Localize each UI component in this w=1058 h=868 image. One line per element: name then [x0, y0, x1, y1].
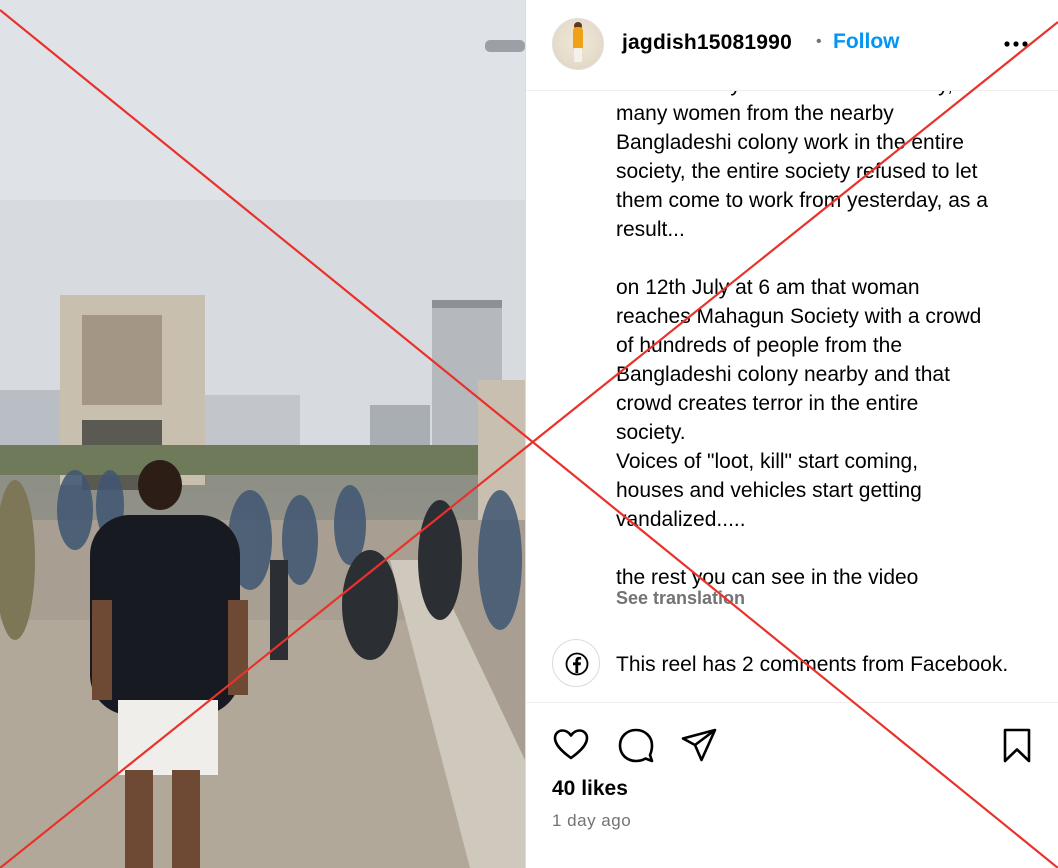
facebook-icon [552, 639, 600, 687]
bookmark-icon[interactable] [998, 726, 1036, 764]
facebook-comments-row[interactable]: This reel has 2 comments from Facebook. [550, 637, 1050, 691]
actions-divider [526, 702, 1058, 703]
avatar[interactable] [552, 18, 604, 70]
caption-paragraph: but the family told this to the society,… [616, 73, 988, 241]
separator-dot: • [816, 33, 822, 50]
facebook-comments-text: This reel has 2 comments from Facebook. [616, 653, 1009, 676]
reel-video[interactable] [0, 0, 525, 868]
see-translation-link[interactable]: See translation [616, 588, 745, 609]
send-icon[interactable] [680, 726, 718, 764]
follow-button[interactable]: Follow [833, 30, 900, 54]
username-link[interactable]: jagdish15081990 [622, 31, 792, 55]
instagram-post-window: but the family told this to the society,… [0, 0, 1058, 868]
likes-count[interactable]: 40 likes [552, 777, 628, 801]
video-frame-scene [0, 0, 525, 868]
post-header: jagdish15081990 • Follow [526, 0, 1058, 91]
post-side-panel: but the family told this to the society,… [526, 0, 1058, 868]
more-horizontal-icon[interactable] [1000, 24, 1032, 56]
heart-icon[interactable] [552, 726, 590, 764]
post-caption: but the family told this to the society,… [616, 70, 1046, 592]
caption-paragraph: on 12th July at 6 am that woman reaches … [616, 276, 982, 531]
post-timestamp[interactable]: 1 day ago [552, 811, 631, 831]
comment-icon[interactable] [617, 726, 655, 764]
